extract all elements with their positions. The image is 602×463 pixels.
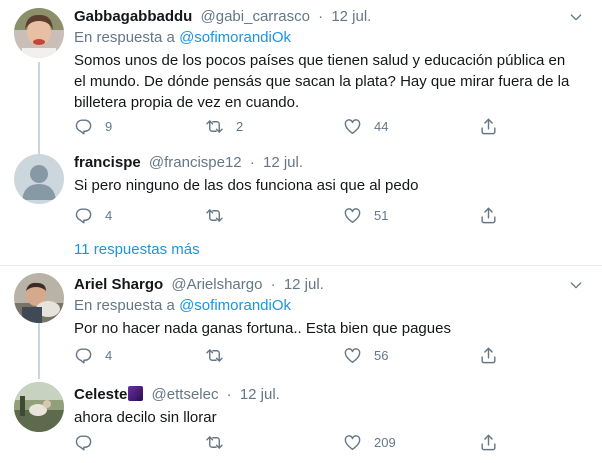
like-button[interactable]: 56 <box>343 345 388 365</box>
share-icon <box>479 206 498 225</box>
show-more-replies-link[interactable]: 11 respuestas más <box>74 240 200 260</box>
separator-dot: · <box>318 8 324 25</box>
share-button[interactable] <box>479 116 498 136</box>
chevron-down-icon[interactable] <box>568 9 584 25</box>
timestamp[interactable]: 12 jul. <box>331 8 371 25</box>
reply-icon <box>74 346 93 365</box>
reply-button[interactable]: 4 <box>74 205 112 225</box>
like-count: 51 <box>374 207 389 223</box>
reply-button[interactable]: 4 <box>74 345 112 365</box>
like-button[interactable]: 44 <box>343 116 388 136</box>
author-name[interactable]: Celeste <box>74 386 127 403</box>
author-name[interactable]: Gabbagabbaddu <box>74 8 192 25</box>
heart-icon <box>343 346 362 365</box>
reply-button[interactable] <box>74 432 105 452</box>
avatar[interactable] <box>14 273 64 323</box>
tweet-header: francispe @francispe12 · 12 jul. <box>74 153 584 173</box>
reply-count: 9 <box>105 118 113 134</box>
like-count: 209 <box>374 434 396 450</box>
tweet[interactable]: Ariel Shargo @Arielshargo · 12 jul. En r… <box>0 266 602 370</box>
retweet-button[interactable] <box>205 205 236 225</box>
tweet[interactable]: francispe @francispe12 · 12 jul. Si pero… <box>0 150 602 235</box>
author-handle[interactable]: @Arielshargo <box>171 276 262 293</box>
separator-dot: · <box>249 154 255 171</box>
tweet-text: Por no hacer nada ganas fortuna.. Esta b… <box>74 320 451 337</box>
retweet-count: 2 <box>236 118 244 134</box>
timestamp[interactable]: 12 jul. <box>240 386 280 403</box>
timestamp[interactable]: 12 jul. <box>263 154 303 171</box>
tweet[interactable]: Gabbagabbaddu @gabi_carrasco · 12 jul. E… <box>0 0 602 150</box>
share-icon <box>479 346 498 365</box>
sparkle-emoji-icon <box>128 386 144 401</box>
reply-count: 4 <box>105 347 113 363</box>
avatar[interactable] <box>14 8 64 58</box>
separator-dot: · <box>270 276 276 293</box>
author-name[interactable]: francispe <box>74 154 141 171</box>
like-count: 44 <box>374 118 389 134</box>
author-handle[interactable]: @ettselec <box>152 386 219 403</box>
tweet-text: ahora decilo sin llorar <box>74 409 217 426</box>
tweet-actions: 209 <box>74 432 504 452</box>
reply-count: 4 <box>105 207 113 223</box>
share-button[interactable] <box>479 345 498 365</box>
replying-to: En respuesta a @sofimorandiOk <box>74 28 584 48</box>
avatar[interactable] <box>14 154 64 204</box>
replying-label: En respuesta a <box>74 297 175 314</box>
replying-label: En respuesta a <box>74 29 175 46</box>
heart-icon <box>343 117 362 136</box>
share-icon <box>479 433 498 452</box>
tweet-actions: 4 56 <box>74 345 504 365</box>
reply-icon <box>74 206 93 225</box>
share-button[interactable] <box>479 205 498 225</box>
reply-icon <box>74 117 93 136</box>
retweet-icon <box>205 433 224 452</box>
tweet-actions: 9 2 44 <box>74 116 504 136</box>
tweet-text: Si pero ninguno de las dos funciona asi … <box>74 177 419 194</box>
timestamp[interactable]: 12 jul. <box>284 276 324 293</box>
avatar[interactable] <box>14 382 64 432</box>
retweet-icon <box>205 346 224 365</box>
author-handle[interactable]: @francispe12 <box>149 154 242 171</box>
retweet-icon <box>205 206 224 225</box>
tweet[interactable]: Celeste @ettselec · 12 jul. ahora decilo… <box>0 374 602 463</box>
author-name[interactable]: Ariel Shargo <box>74 276 163 293</box>
retweet-button[interactable]: 2 <box>205 116 243 136</box>
tweet-header: Gabbagabbaddu @gabi_carrasco · 12 jul. <box>74 7 584 27</box>
retweet-button[interactable] <box>205 432 236 452</box>
mention-link[interactable]: @sofimorandiOk <box>179 297 291 314</box>
share-button[interactable] <box>479 432 498 452</box>
heart-icon <box>343 433 362 452</box>
reply-button[interactable]: 9 <box>74 116 112 136</box>
reply-icon <box>74 433 93 452</box>
tweet-header: Celeste @ettselec · 12 jul. <box>74 385 584 405</box>
share-icon <box>479 117 498 136</box>
retweet-icon <box>205 117 224 136</box>
like-button[interactable]: 51 <box>343 205 388 225</box>
author-handle[interactable]: @gabi_carrasco <box>201 8 310 25</box>
tweet-text: Somos unos de los pocos países que tiene… <box>74 52 570 111</box>
retweet-button[interactable] <box>205 345 236 365</box>
tweet-actions: 4 51 <box>74 205 504 225</box>
like-count: 56 <box>374 347 389 363</box>
chevron-down-icon[interactable] <box>568 277 584 293</box>
tweet-header: Ariel Shargo @Arielshargo · 12 jul. <box>74 275 584 295</box>
like-button[interactable]: 209 <box>343 432 396 452</box>
heart-icon <box>343 206 362 225</box>
separator-dot: · <box>226 386 232 403</box>
replying-to: En respuesta a @sofimorandiOk <box>74 296 584 316</box>
mention-link[interactable]: @sofimorandiOk <box>179 29 291 46</box>
